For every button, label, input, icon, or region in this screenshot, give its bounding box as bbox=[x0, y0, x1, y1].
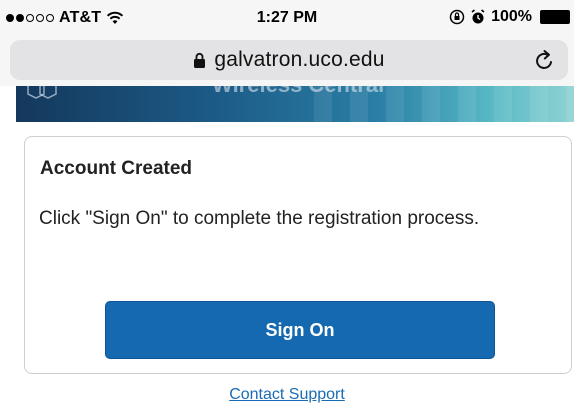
url-text: galvatron.uco.edu bbox=[214, 48, 385, 71]
sign-on-button[interactable]: Sign On bbox=[105, 301, 495, 359]
lock-icon bbox=[194, 52, 206, 68]
account-created-card: Account Created Click "Sign On" to compl… bbox=[24, 136, 572, 374]
site-header-banner: Wireless Central bbox=[16, 86, 574, 122]
battery-percent: 100% bbox=[491, 8, 532, 25]
reload-icon[interactable] bbox=[534, 48, 556, 72]
alarm-clock-icon bbox=[471, 9, 485, 24]
status-bar: AT&T 1:27 PM 100% bbox=[0, 0, 574, 36]
browser-toolbar: galvatron.uco.edu bbox=[0, 36, 574, 86]
banner-title: Wireless Central bbox=[212, 86, 384, 98]
address-bar[interactable]: galvatron.uco.edu bbox=[10, 40, 568, 80]
battery-icon bbox=[540, 10, 570, 24]
university-logo-icon bbox=[27, 86, 57, 99]
status-right: 100% bbox=[449, 8, 570, 26]
contact-support-link[interactable]: Contact Support bbox=[0, 386, 574, 404]
card-title: Account Created bbox=[40, 158, 193, 179]
card-message: Click "Sign On" to complete the registra… bbox=[39, 208, 480, 229]
orientation-lock-icon bbox=[449, 9, 465, 25]
